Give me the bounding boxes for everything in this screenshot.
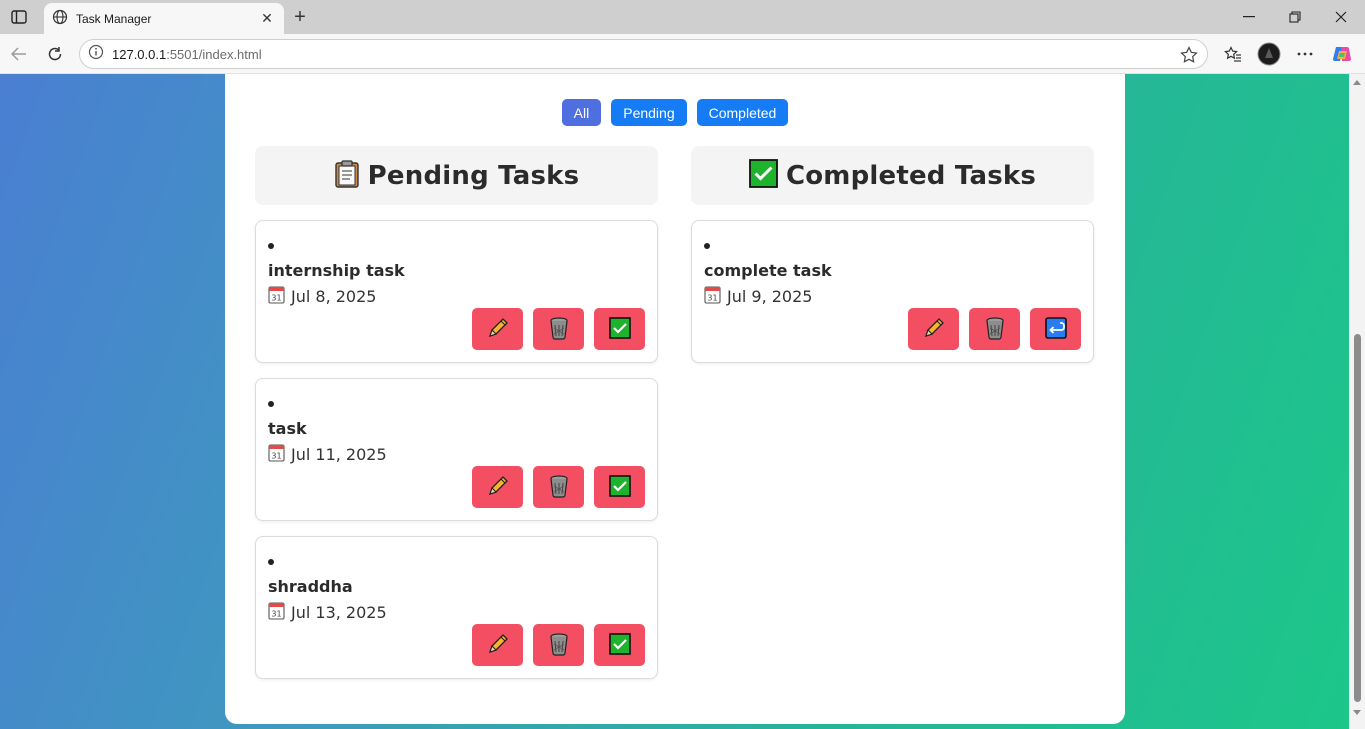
bullet-icon [268,559,274,565]
task-date: 31 Jul 11, 2025 [268,443,387,466]
close-window-button[interactable] [1318,0,1364,34]
browser-tab-strip: Task Manager ✕ + [0,0,1365,34]
back-arrow-icon[interactable] [6,42,32,66]
task-actions [472,308,645,350]
task-date-text: Jul 8, 2025 [291,287,377,306]
new-tab-button[interactable]: + [288,5,312,29]
task-card: complete task 31 Jul 9, 2025 [691,220,1094,363]
url-text: 127.0.0.1:5501/index.html [112,47,262,62]
pencil-icon [486,474,510,501]
edit-button[interactable] [908,308,959,350]
url-host: 127.0.0.1 [112,46,167,62]
minimize-button[interactable] [1226,0,1272,34]
sidebar-toggle-icon[interactable] [6,5,32,29]
task-title: shraddha [268,577,353,596]
url-path: :5501/index.html [166,46,262,62]
filter-pending-button[interactable]: Pending [611,99,687,126]
undo-button[interactable] [1030,308,1081,350]
restore-button[interactable] [1272,0,1318,34]
browser-tab[interactable]: Task Manager ✕ [44,3,284,34]
svg-text:31: 31 [271,610,281,619]
reload-icon[interactable] [42,42,68,66]
task-title: complete task [704,261,832,280]
trash-icon [548,474,570,501]
mark-complete-button[interactable] [594,308,645,350]
check-mark-icon [749,159,778,192]
bullet-icon [704,243,710,249]
scroll-down-arrow-icon[interactable] [1353,710,1361,715]
copilot-icon[interactable] [1329,42,1355,66]
task-date: 31 Jul 9, 2025 [704,285,812,308]
address-bar[interactable]: 127.0.0.1:5501/index.html [79,39,1208,69]
delete-button[interactable] [533,466,584,508]
scroll-up-arrow-icon[interactable] [1353,80,1361,85]
task-date-text: Jul 9, 2025 [727,287,813,306]
edit-button[interactable] [472,466,523,508]
bullet-icon [268,401,274,407]
task-date-text: Jul 13, 2025 [291,603,387,622]
svg-text:31: 31 [707,294,717,303]
task-manager-container: All Pending Completed Pending Tasks inte… [225,74,1125,724]
delete-button[interactable] [533,624,584,666]
svg-text:31: 31 [271,294,281,303]
tab-close-icon[interactable]: ✕ [258,10,276,28]
page-background: All Pending Completed Pending Tasks inte… [0,74,1349,729]
pending-column: Pending Tasks internship task 31 Jul 8, … [255,146,658,679]
calendar-icon: 31 [268,601,285,624]
clipboard-icon [334,159,360,192]
check-mark-icon [608,474,631,500]
task-title: internship task [268,261,405,280]
task-card: task 31 Jul 11, 2025 [255,378,658,521]
edit-button[interactable] [472,624,523,666]
task-card: shraddha 31 Jul 13, 2025 [255,536,658,679]
pending-header: Pending Tasks [255,146,658,205]
task-date: 31 Jul 13, 2025 [268,601,387,624]
filter-completed-button[interactable]: Completed [696,99,789,126]
calendar-icon: 31 [268,443,285,466]
return-arrow-icon [1044,316,1067,342]
completed-heading: Completed Tasks [785,160,1037,191]
filter-all-button[interactable]: All [561,99,602,126]
trash-icon [548,316,570,343]
browser-toolbar: 127.0.0.1:5501/index.html [0,34,1365,74]
more-options-icon[interactable] [1292,42,1318,66]
task-date: 31 Jul 8, 2025 [268,285,376,308]
check-mark-icon [608,632,631,658]
delete-button[interactable] [969,308,1020,350]
task-card: internship task 31 Jul 8, 2025 [255,220,658,363]
pencil-icon [922,316,946,343]
mark-complete-button[interactable] [594,624,645,666]
completed-column: Completed Tasks complete task 31 Jul 9, … [691,146,1094,363]
check-mark-icon [608,316,631,342]
task-actions [472,466,645,508]
profile-avatar[interactable] [1256,42,1282,66]
filter-bar: All Pending Completed [225,99,1125,126]
task-actions [908,308,1081,350]
trash-icon [548,632,570,659]
pencil-icon [486,316,510,343]
trash-icon [984,316,1006,343]
pending-heading: Pending Tasks [367,160,580,191]
bullet-icon [268,243,274,249]
svg-text:31: 31 [271,452,281,461]
page-scrollbar[interactable] [1349,74,1365,729]
favorites-icon[interactable] [1220,42,1246,66]
task-date-text: Jul 11, 2025 [291,445,387,464]
task-title: task [268,419,307,438]
scrollbar-thumb[interactable] [1354,334,1361,702]
favorite-star-icon[interactable] [1179,45,1199,65]
completed-header: Completed Tasks [691,146,1094,205]
calendar-icon: 31 [704,285,721,308]
mark-complete-button[interactable] [594,466,645,508]
edit-button[interactable] [472,308,523,350]
pencil-icon [486,632,510,659]
delete-button[interactable] [533,308,584,350]
globe-icon [52,9,68,29]
calendar-icon: 31 [268,285,285,308]
task-actions [472,624,645,666]
tab-title: Task Manager [76,11,152,26]
site-info-icon[interactable] [88,44,104,64]
